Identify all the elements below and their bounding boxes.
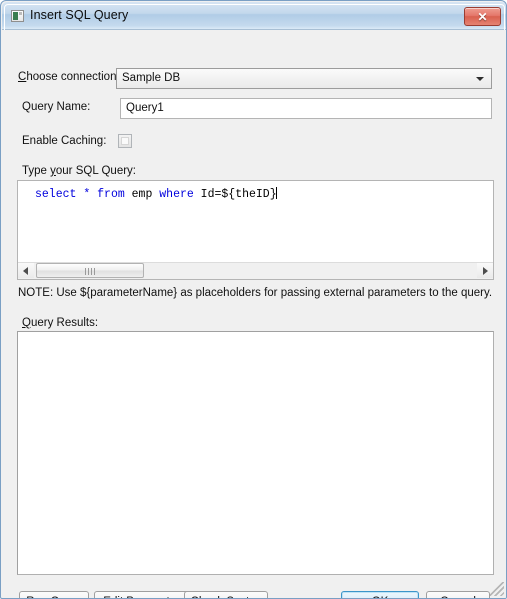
insert-sql-query-dialog: Insert SQL Query ✕ Choose connection: Sa… <box>0 0 507 599</box>
sql-query-label-rest: our SQL Query: <box>55 165 136 177</box>
query-name-value: Query1 <box>126 102 164 114</box>
edit-parameters-button[interactable]: Edit Parameters <box>94 591 195 598</box>
dialog-body: Choose connection: Sample DB Query Name:… <box>2 30 506 598</box>
query-results-label-accel: Q <box>22 317 31 329</box>
scroll-right-button[interactable] <box>477 263 493 278</box>
text-caret <box>275 187 277 199</box>
scrollbar-thumb[interactable] <box>36 263 144 278</box>
query-name-label: Query Name: <box>22 101 91 113</box>
ok-button[interactable]: OK <box>341 591 419 598</box>
connection-selected-value: Sample DB <box>122 72 181 84</box>
check-syntax-button[interactable]: Check Syntax <box>184 591 268 598</box>
sql-query-editor[interactable]: select * from emp where Id=${theID} <box>17 180 494 280</box>
scroll-left-button[interactable] <box>18 263 34 278</box>
sql-query-label: Type your SQL Query: <box>22 165 136 177</box>
triangle-right-icon <box>483 267 488 275</box>
chevron-down-icon <box>476 77 484 81</box>
close-button[interactable]: ✕ <box>464 7 501 26</box>
query-name-input[interactable]: Query1 <box>120 98 492 119</box>
sql-token-select: select <box>35 188 77 201</box>
cancel-button[interactable]: Cancel <box>426 591 490 598</box>
sql-token-table: emp <box>124 188 160 201</box>
connection-dropdown[interactable]: Sample DB <box>116 68 492 89</box>
grip-dots-icon <box>85 268 95 275</box>
sql-token-from: from <box>97 188 125 201</box>
sql-query-text: select * from emp where Id=${theID} <box>35 187 277 201</box>
placeholder-note: NOTE: Use ${parameterName} as placeholde… <box>18 287 493 299</box>
sql-token-where: where <box>159 188 194 201</box>
sql-query-label-pre: Type <box>22 165 51 177</box>
close-icon: ✕ <box>477 10 488 24</box>
query-results-label-rest: uery Results: <box>30 317 99 329</box>
title-bar[interactable]: Insert SQL Query ✕ <box>2 2 506 30</box>
connection-label-rest: hoose connection: <box>26 71 120 83</box>
triangle-left-icon <box>23 267 28 275</box>
run-query-button[interactable]: Run Query <box>19 591 89 598</box>
query-results-label: Query Results: <box>22 317 98 329</box>
enable-caching-label: Enable Caching: <box>22 135 107 147</box>
resize-grip-icon[interactable] <box>490 582 504 596</box>
query-results-panel[interactable] <box>17 331 494 575</box>
window-title: Insert SQL Query <box>30 8 129 22</box>
sql-token-predicate: Id=${theID} <box>193 188 277 201</box>
connection-label: Choose connection: <box>18 71 120 83</box>
enable-caching-checkbox[interactable] <box>118 134 132 148</box>
sql-editor-horizontal-scrollbar[interactable] <box>18 262 493 279</box>
sql-document-icon <box>11 10 24 22</box>
